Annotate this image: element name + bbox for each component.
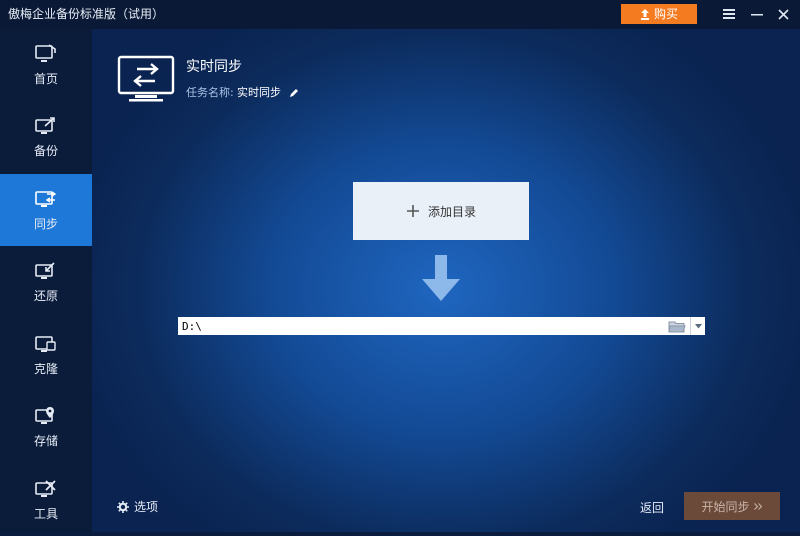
buy-button[interactable]: 购买 <box>621 4 697 24</box>
storage-icon <box>35 406 54 424</box>
close-button[interactable] <box>772 4 794 24</box>
sidebar-item-label: 工具 <box>33 506 58 521</box>
sidebar-item-backup[interactable]: 备份 <box>0 101 92 173</box>
destination-path-field <box>178 317 705 335</box>
sidebar-item-sync[interactable]: 同步 <box>0 174 92 246</box>
sidebar-item-storage[interactable]: 存储 <box>0 391 92 463</box>
chevron-down-icon <box>694 323 702 328</box>
menu-button[interactable] <box>718 4 740 24</box>
start-sync-label: 开始同步 <box>701 499 750 514</box>
double-chevron-right-icon <box>753 502 762 510</box>
folder-open-icon <box>668 321 686 332</box>
sidebar-item-home[interactable]: 首页 <box>0 29 92 101</box>
start-sync-button[interactable]: 开始同步 <box>684 492 780 520</box>
sidebar-item-tools[interactable]: 工具 <box>0 464 92 536</box>
window-title: 傲梅企业备份标准版（试用） <box>8 7 165 21</box>
sidebar-item-label: 备份 <box>33 143 58 158</box>
sidebar-item-restore[interactable]: 还原 <box>0 246 92 318</box>
home-icon <box>35 43 56 62</box>
restore-icon <box>35 261 55 279</box>
backup-icon <box>35 116 55 134</box>
options-button[interactable]: 选项 <box>117 498 158 515</box>
sidebar-item-label: 首页 <box>33 71 58 86</box>
sidebar-item-label: 同步 <box>33 216 58 231</box>
page-title: 实时同步 <box>186 59 242 75</box>
task-name-value: 实时同步 <box>237 86 281 99</box>
minimize-button[interactable] <box>746 4 768 24</box>
sidebar-item-label: 还原 <box>33 288 58 303</box>
buy-label: 购买 <box>653 7 678 21</box>
minimize-icon <box>751 14 763 16</box>
pencil-icon <box>290 89 298 97</box>
edit-task-name-button[interactable] <box>289 83 299 102</box>
path-dropdown-button[interactable] <box>690 317 705 335</box>
options-label: 选项 <box>134 500 159 514</box>
sidebar-item-label: 克隆 <box>33 361 58 376</box>
destination-path-input[interactable] <box>178 318 664 334</box>
browse-folder-button[interactable] <box>664 317 690 335</box>
add-directory-label: 添加目录 <box>427 204 476 219</box>
title-bar: 傲梅企业备份标准版（试用） 购买 <box>0 0 800 29</box>
sidebar: 首页 备份 同步 还原 克隆 存储 工具 <box>0 29 92 532</box>
sidebar-item-label: 存储 <box>33 433 58 448</box>
close-icon <box>777 8 789 20</box>
tools-icon <box>35 479 56 497</box>
menu-icon <box>723 9 735 19</box>
task-name-label: 任务名称: <box>186 86 234 99</box>
add-directory-button[interactable]: 添加目录 <box>353 182 529 240</box>
plus-icon <box>406 205 419 217</box>
down-arrow-icon <box>422 255 460 305</box>
sidebar-item-clone[interactable]: 克隆 <box>0 319 92 391</box>
clone-icon <box>35 335 56 352</box>
back-button[interactable]: 返回 <box>640 499 664 516</box>
sync-icon <box>35 190 57 207</box>
upgrade-icon <box>640 8 649 20</box>
sync-monitor-icon <box>117 55 177 107</box>
gear-icon <box>117 500 129 513</box>
